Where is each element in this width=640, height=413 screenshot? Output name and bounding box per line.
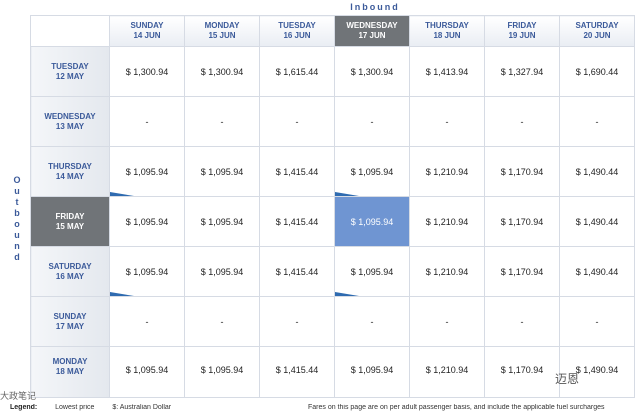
fare-cell[interactable]: $ 1,300.94 — [334, 46, 410, 97]
fare-cell[interactable]: $ 1,415.44 — [259, 346, 335, 398]
fare-row: TUESDAY 12 MAY $ 1,300.94 $ 1,300.94 $ 1,… — [30, 46, 635, 97]
outbound-letter: t — [15, 197, 19, 207]
fare-cell[interactable]: $ 1,490.44 — [559, 196, 635, 247]
outbound-date-thursday[interactable]: THURSDAY 14 MAY — [30, 146, 110, 197]
fare-cell[interactable]: $ 1,210.94 — [409, 246, 485, 297]
legend-label: Legend: — [10, 404, 38, 411]
fare-row: WEDNESDAY 13 MAY - - - - - - - — [30, 96, 635, 147]
outbound-letter: O — [13, 175, 21, 185]
fare-row: THURSDAY 14 MAY $ 1,095.94 $ 1,095.94 $ 1… — [30, 146, 635, 197]
fare-cell-unavailable: - — [184, 296, 260, 347]
fare-cell-unavailable: - — [259, 96, 335, 147]
fare-cell-unavailable: - — [334, 296, 410, 347]
fare-cell[interactable]: $ 1,095.94 — [184, 146, 260, 197]
fare-cell[interactable]: $ 1,690.44 — [559, 46, 635, 97]
inbound-label: Inbound — [350, 2, 400, 12]
outbound-letter: u — [14, 186, 20, 196]
inbound-date-saturday[interactable]: SATURDAY 20 JUN — [559, 15, 635, 47]
outbound-letter: n — [14, 241, 20, 251]
fare-cell[interactable]: $ 1,095.94 — [109, 196, 185, 247]
fare-cell-unavailable: - — [109, 96, 185, 147]
fare-row: FRIDAY 15 MAY $ 1,095.94 $ 1,095.94 $ 1,4… — [30, 196, 635, 247]
column-header-row: SUNDAY 14 JUN MONDAY 15 JUN TUESDAY 16 JUN … — [30, 15, 635, 47]
inbound-date-wednesday-selected[interactable]: WEDNESDAY 17 JUN — [334, 15, 410, 47]
fare-cell-unavailable: - — [184, 96, 260, 147]
fare-cell[interactable]: $ 1,413.94 — [409, 46, 485, 97]
fare-row: SUNDAY 17 MAY - - - - - - - — [30, 296, 635, 347]
outbound-date-sunday[interactable]: SUNDAY 17 MAY — [30, 296, 110, 347]
inbound-date-tuesday[interactable]: TUESDAY 16 JUN — [259, 15, 335, 47]
fare-cell[interactable]: $ 1,210.94 — [409, 146, 485, 197]
fare-cell[interactable]: $ 1,095.94 — [334, 346, 410, 398]
outbound-letter: b — [14, 208, 20, 218]
inbound-date-monday[interactable]: MONDAY 15 JUN — [184, 15, 260, 47]
fare-cell[interactable]: $ 1,415.44 — [259, 146, 335, 197]
fare-cell[interactable]: $ 1,327.94 — [484, 46, 560, 97]
watermark-left: 大政笔记 — [0, 391, 37, 401]
fare-cell[interactable]: $ 1,300.94 — [109, 46, 185, 97]
fare-note: Fares on this page are on per adult pass… — [308, 404, 605, 411]
fare-cell[interactable]: $ 1,415.44 — [259, 196, 335, 247]
outbound-date-tuesday[interactable]: TUESDAY 12 MAY — [30, 46, 110, 97]
fare-cell[interactable]: $ 1,095.94 — [109, 346, 185, 398]
fare-cell[interactable]: $ 1,415.44 — [259, 246, 335, 297]
fare-cell[interactable]: $ 1,170.94 — [484, 346, 560, 398]
outbound-date-wednesday[interactable]: WEDNESDAY 13 MAY — [30, 96, 110, 147]
inbound-date-sunday[interactable]: SUNDAY 14 JUN — [109, 15, 185, 47]
legend-lowest-price: Lowest price — [55, 404, 95, 411]
outbound-letter: u — [14, 230, 20, 240]
outbound-letter: d — [14, 252, 20, 262]
fare-cell[interactable]: $ 1,490.44 — [559, 146, 635, 197]
fare-cell-unavailable: - — [334, 96, 410, 147]
outbound-date-friday-selected[interactable]: FRIDAY 15 MAY — [30, 196, 110, 247]
grid-corner — [30, 15, 110, 47]
fare-cell-selected[interactable]: $ 1,095.94 — [334, 196, 410, 247]
fare-cell-lowest[interactable]: $ 1,095.94 — [334, 146, 410, 197]
lowest-price-marker — [335, 192, 359, 196]
fare-cell-unavailable: - — [484, 96, 560, 147]
fare-cell-lowest[interactable]: $ 1,095.94 — [109, 246, 185, 297]
outbound-label: O u t b o u n d — [10, 175, 24, 263]
fare-row: SATURDAY 16 MAY $ 1,095.94 $ 1,095.94 $ 1… — [30, 246, 635, 297]
fare-cell-unavailable: - — [259, 296, 335, 347]
fare-cell[interactable]: $ 1,490.44 — [559, 246, 635, 297]
outbound-date-saturday[interactable]: SATURDAY 16 MAY — [30, 246, 110, 297]
fare-cell[interactable]: $ 1,210.94 — [409, 196, 485, 247]
fare-cell[interactable]: $ 1,210.94 — [409, 346, 485, 398]
fare-cell-lowest[interactable]: $ 1,095.94 — [109, 146, 185, 197]
fare-row: MONDAY 18 MAY $ 1,095.94 $ 1,095.94 $ 1,4… — [30, 346, 635, 398]
outbound-date-monday[interactable]: MONDAY 18 MAY — [30, 346, 110, 398]
fare-cell[interactable]: $ 1,615.44 — [259, 46, 335, 97]
fare-cell-unavailable: - — [484, 296, 560, 347]
lowest-price-marker — [335, 292, 359, 296]
fare-cell-lowest[interactable]: $ 1,095.94 — [334, 246, 410, 297]
fare-cell[interactable]: $ 1,095.94 — [184, 246, 260, 297]
fare-cell-unavailable: - — [559, 296, 635, 347]
legend-currency: $: Australian Dollar — [112, 404, 172, 411]
lowest-price-marker — [110, 292, 134, 296]
fare-calendar-grid: SUNDAY 14 JUN MONDAY 15 JUN TUESDAY 16 JUN … — [30, 15, 635, 398]
watermark-right: 迈恩 — [555, 372, 580, 386]
inbound-date-friday[interactable]: FRIDAY 19 JUN — [484, 15, 560, 47]
fare-cell[interactable]: $ 1,300.94 — [184, 46, 260, 97]
fare-cell[interactable]: $ 1,095.94 — [184, 196, 260, 247]
legend-footer: Legend: Lowest price $: Australian Dolla… — [10, 404, 640, 413]
fare-cell[interactable]: $ 1,095.94 — [184, 346, 260, 398]
fare-cell[interactable]: $ 1,170.94 — [484, 196, 560, 247]
fare-cell-unavailable: - — [409, 296, 485, 347]
inbound-date-thursday[interactable]: THURSDAY 18 JUN — [409, 15, 485, 47]
outbound-letter: o — [14, 219, 20, 229]
fare-cell-unavailable: - — [409, 96, 485, 147]
fare-cell-unavailable: - — [559, 96, 635, 147]
fare-cell-unavailable: - — [109, 296, 185, 347]
lowest-price-marker — [110, 192, 134, 196]
fare-cell[interactable]: $ 1,170.94 — [484, 246, 560, 297]
fare-cell[interactable]: $ 1,170.94 — [484, 146, 560, 197]
